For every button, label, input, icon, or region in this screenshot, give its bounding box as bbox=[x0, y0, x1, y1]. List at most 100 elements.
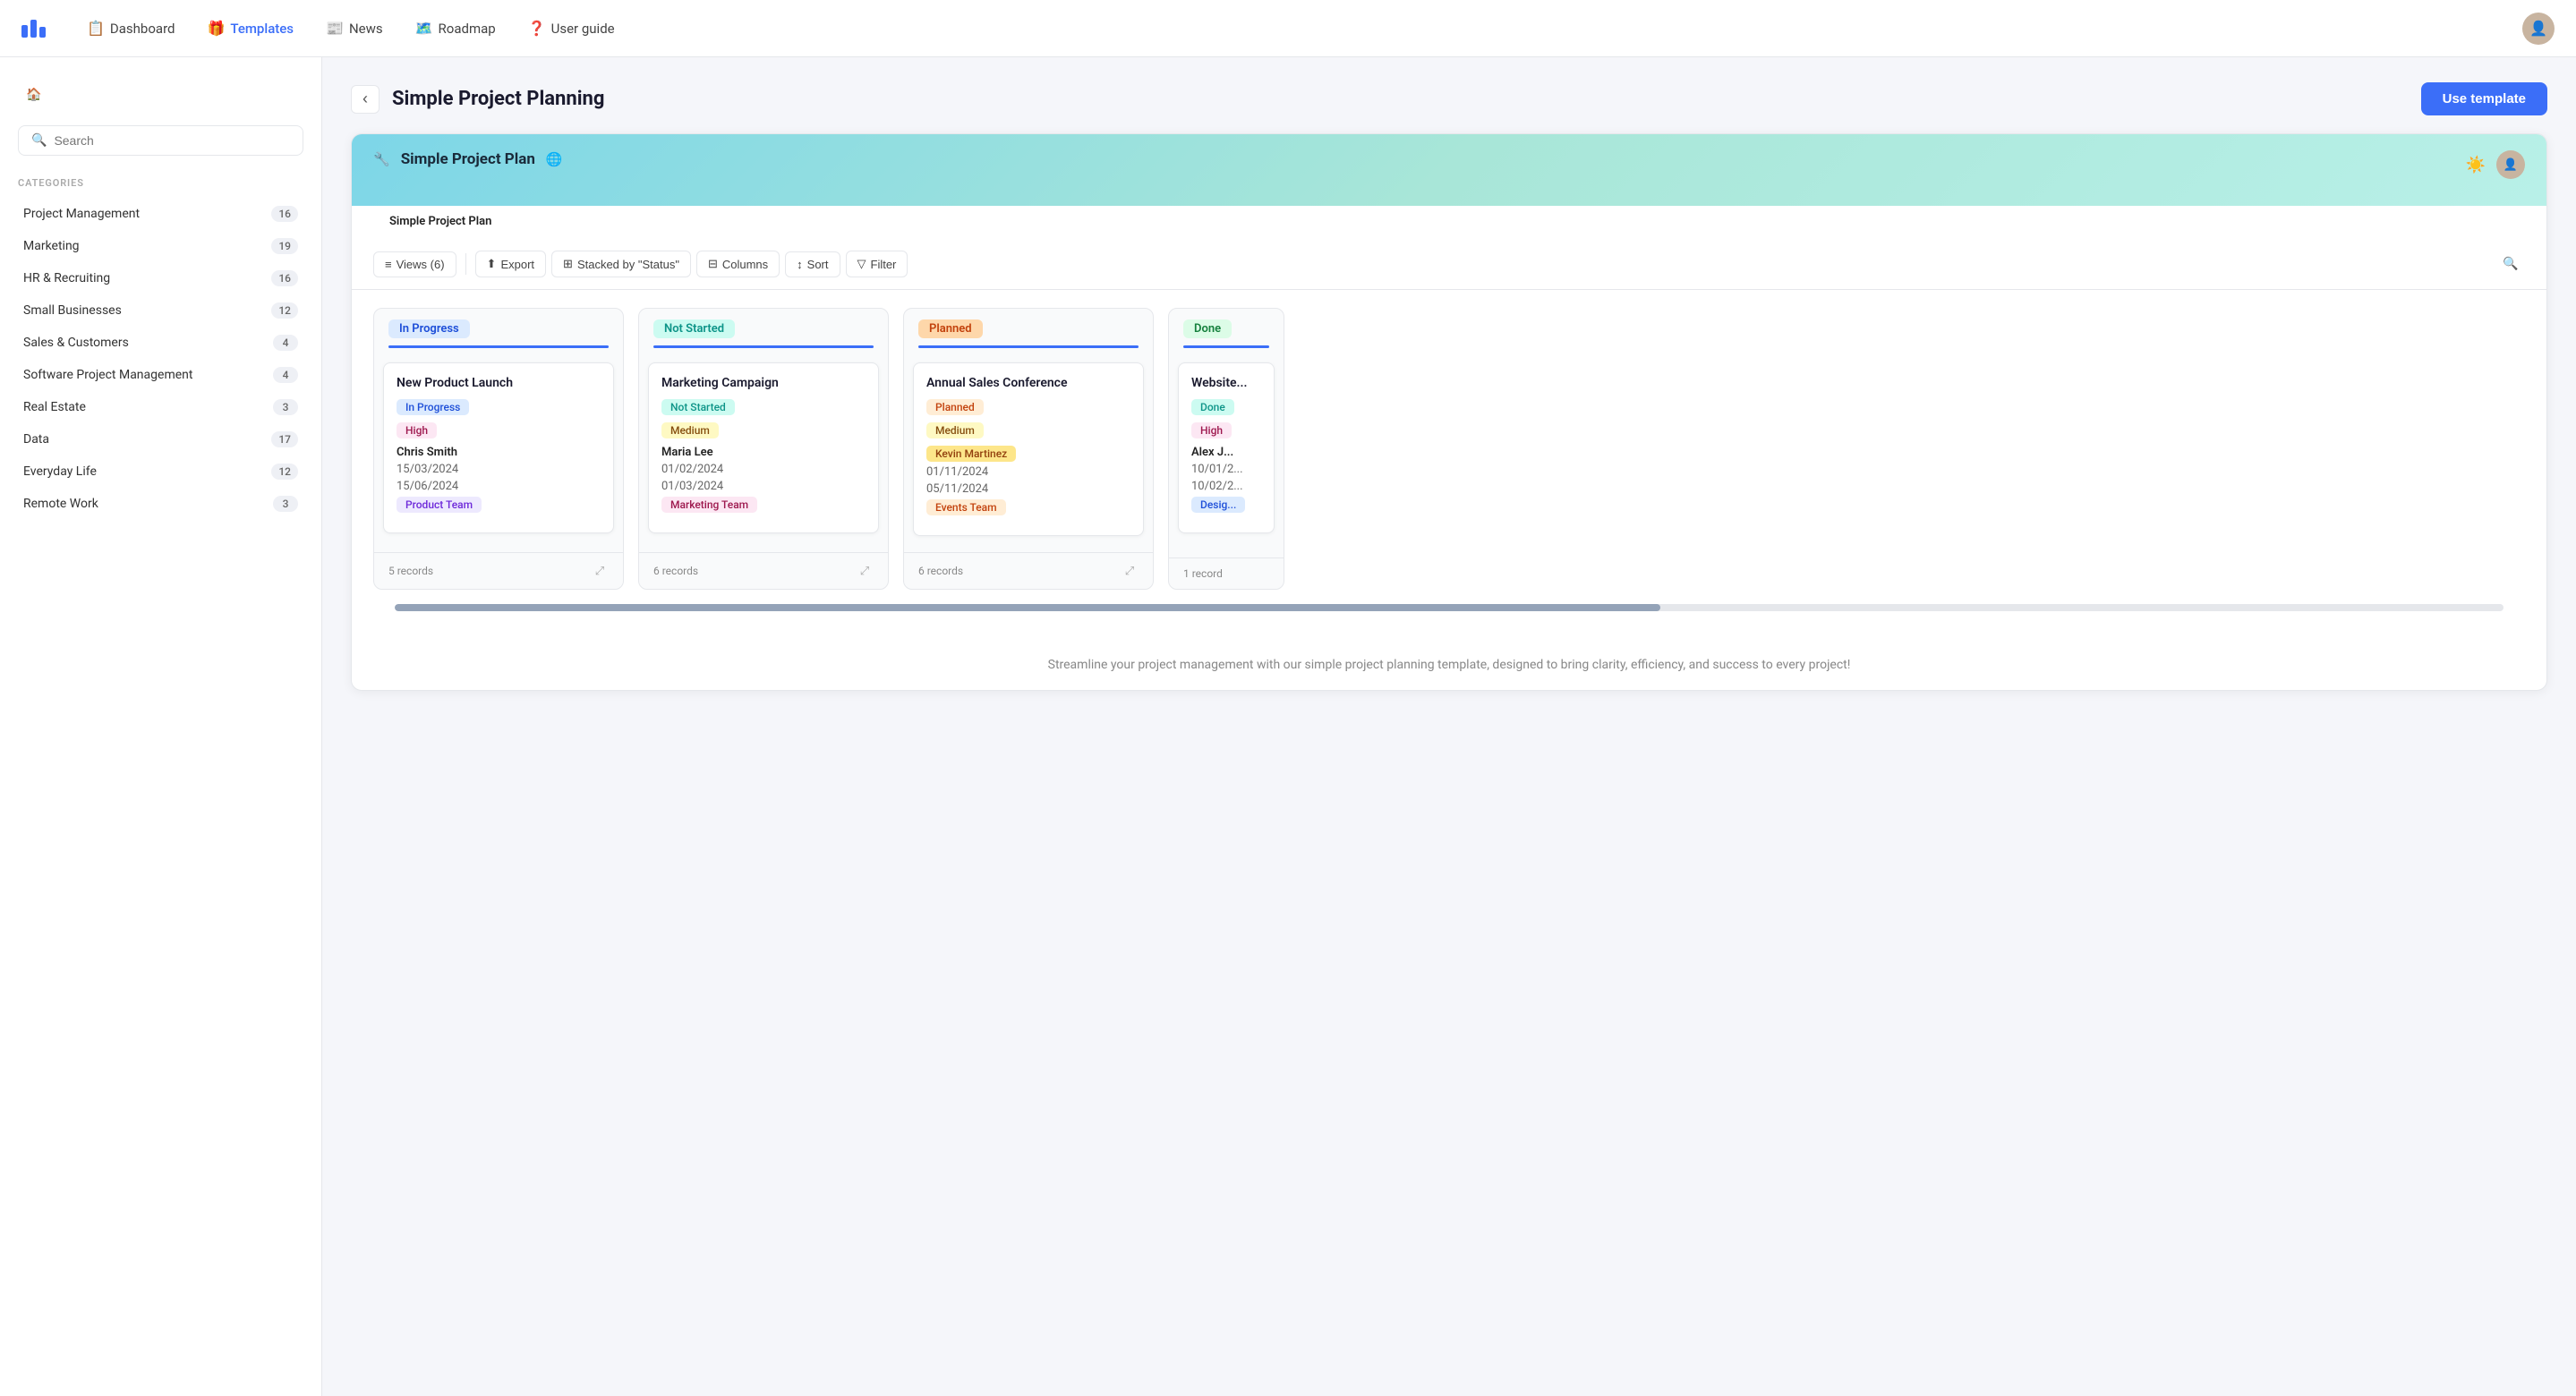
filter-button[interactable]: ▽ Filter bbox=[846, 251, 908, 277]
column-cards: Annual Sales Conference Planned Medium K… bbox=[904, 355, 1153, 552]
category-name: Remote Work bbox=[23, 497, 98, 511]
horizontal-scrollbar[interactable] bbox=[395, 604, 2503, 611]
kanban-column-planned: Planned Annual Sales Conference Planned … bbox=[903, 308, 1154, 590]
toolbar-divider bbox=[465, 253, 466, 275]
stacked-label: Stacked by "Status" bbox=[577, 258, 679, 271]
tab-simple-project-plan[interactable]: Simple Project Plan bbox=[373, 206, 508, 239]
column-divider bbox=[1183, 345, 1269, 348]
column-header-not-started: Not Started bbox=[639, 309, 888, 345]
column-footer: 1 record bbox=[1169, 558, 1284, 589]
expand-button[interactable]: ⤢ bbox=[856, 562, 874, 580]
kanban-column-in-progress: In Progress New Product Launch In Progre… bbox=[373, 308, 624, 590]
card-start-date: 15/03/2024 bbox=[397, 463, 601, 476]
nav-item-news[interactable]: 📰 News bbox=[313, 13, 396, 44]
sort-button[interactable]: ↕ Sort bbox=[785, 251, 840, 277]
expand-button[interactable]: ⤢ bbox=[591, 562, 609, 580]
column-tag: Planned bbox=[918, 319, 983, 338]
column-cards: Marketing Campaign Not Started Medium Ma… bbox=[639, 355, 888, 552]
category-count: 4 bbox=[273, 335, 298, 351]
search-input[interactable] bbox=[54, 133, 290, 148]
category-name: Sales & Customers bbox=[23, 336, 129, 350]
home-icon: 🏠 bbox=[26, 88, 41, 102]
stacked-icon: ⊞ bbox=[563, 257, 573, 271]
category-name: Everyday Life bbox=[23, 464, 97, 479]
columns-label: Columns bbox=[722, 258, 768, 271]
nav-item-templates[interactable]: 🎁 Templates bbox=[194, 13, 306, 44]
kanban-card[interactable]: New Product Launch In Progress High Chri… bbox=[383, 362, 614, 533]
logo-icon bbox=[21, 20, 46, 38]
status-badge: Done bbox=[1191, 399, 1234, 415]
card-badges: In Progress bbox=[397, 399, 601, 415]
priority-badge: Medium bbox=[661, 422, 719, 438]
kanban-card[interactable]: Annual Sales Conference Planned Medium K… bbox=[913, 362, 1144, 536]
column-footer: 6 records ⤢ bbox=[639, 552, 888, 589]
back-button[interactable]: ‹ bbox=[351, 85, 380, 114]
columns-icon: ⊟ bbox=[708, 257, 718, 271]
sun-icon[interactable]: ☀️ bbox=[2466, 156, 2486, 174]
nav-item-user-guide[interactable]: ❓ User guide bbox=[516, 13, 627, 44]
assignee-badge: Kevin Martinez bbox=[926, 446, 1016, 462]
category-item[interactable]: Software Project Management 4 bbox=[18, 359, 303, 391]
preview-card: 🔧 Simple Project Plan 🌐 ☀️ 👤 Simple Proj… bbox=[351, 133, 2547, 691]
category-item[interactable]: Remote Work 3 bbox=[18, 488, 303, 520]
card-title: Annual Sales Conference bbox=[926, 376, 1130, 390]
category-item[interactable]: Sales & Customers 4 bbox=[18, 327, 303, 359]
category-item[interactable]: Small Businesses 12 bbox=[18, 294, 303, 327]
logo[interactable] bbox=[21, 20, 46, 38]
column-cards: Website... Done High Alex J... 10/01/2..… bbox=[1169, 355, 1284, 558]
search-button[interactable]: 🔍 bbox=[2496, 250, 2525, 278]
preview-description: Streamline your project management with … bbox=[352, 640, 2546, 690]
views-button[interactable]: ≡ Views (6) bbox=[373, 251, 456, 277]
team-badge: Marketing Team bbox=[661, 497, 757, 513]
column-tag: Done bbox=[1183, 319, 1232, 338]
dashboard-icon: 📋 bbox=[87, 20, 105, 37]
kanban-area: In Progress New Product Launch In Progre… bbox=[352, 290, 2546, 640]
views-label: Views (6) bbox=[397, 258, 445, 271]
category-name: Data bbox=[23, 432, 49, 447]
status-badge: Not Started bbox=[661, 399, 735, 415]
preview-tabs: Simple Project Plan bbox=[352, 206, 2546, 239]
nav-item-roadmap[interactable]: 🗺️ Roadmap bbox=[403, 13, 508, 44]
card-team: Product Team bbox=[397, 497, 601, 513]
category-item[interactable]: Marketing 19 bbox=[18, 230, 303, 262]
column-tag: Not Started bbox=[653, 319, 735, 338]
kanban-card[interactable]: Website... Done High Alex J... 10/01/2..… bbox=[1178, 362, 1275, 533]
avatar[interactable]: 👤 bbox=[2522, 13, 2555, 45]
search-box[interactable]: 🔍 bbox=[18, 125, 303, 156]
export-label: Export bbox=[500, 258, 534, 271]
category-name: Software Project Management bbox=[23, 368, 192, 382]
columns-button[interactable]: ⊟ Columns bbox=[696, 251, 780, 277]
kanban-columns: In Progress New Product Launch In Progre… bbox=[373, 308, 2525, 590]
expand-button[interactable]: ⤢ bbox=[1121, 562, 1139, 580]
export-icon: ⬆ bbox=[487, 257, 497, 271]
roadmap-icon: 🗺️ bbox=[415, 20, 433, 37]
category-name: Small Businesses bbox=[23, 303, 122, 318]
stacked-button[interactable]: ⊞ Stacked by "Status" bbox=[551, 251, 691, 277]
main-header: ‹ Simple Project Planning Use template bbox=[351, 82, 2547, 115]
category-count: 3 bbox=[273, 496, 298, 512]
kanban-card[interactable]: Marketing Campaign Not Started Medium Ma… bbox=[648, 362, 879, 533]
category-item[interactable]: Data 17 bbox=[18, 423, 303, 455]
card-end-date: 05/11/2024 bbox=[926, 482, 1130, 496]
card-title: Website... bbox=[1191, 376, 1261, 390]
category-count: 19 bbox=[271, 238, 298, 254]
card-badges: Not Started bbox=[661, 399, 866, 415]
category-item[interactable]: Everyday Life 12 bbox=[18, 455, 303, 488]
nav-item-templates-label: Templates bbox=[230, 21, 294, 37]
nav-item-dashboard[interactable]: 📋 Dashboard bbox=[74, 13, 187, 44]
team-badge: Product Team bbox=[397, 497, 482, 513]
card-start-date: 10/01/2... bbox=[1191, 463, 1261, 476]
category-item[interactable]: HR & Recruiting 16 bbox=[18, 262, 303, 294]
category-item[interactable]: Project Management 16 bbox=[18, 198, 303, 230]
scrollbar-thumb bbox=[395, 604, 1660, 611]
filter-label: Filter bbox=[871, 258, 897, 271]
column-cards: New Product Launch In Progress High Chri… bbox=[374, 355, 623, 552]
top-navigation: 📋 Dashboard 🎁 Templates 📰 News 🗺️ Roadma… bbox=[0, 0, 2576, 57]
use-template-button[interactable]: Use template bbox=[2421, 82, 2547, 115]
export-button[interactable]: ⬆ Export bbox=[475, 251, 546, 277]
card-priority: High bbox=[397, 422, 601, 438]
card-assignee: Kevin Martinez bbox=[926, 446, 1130, 462]
home-button[interactable]: 🏠 bbox=[18, 79, 50, 111]
category-count: 12 bbox=[271, 464, 298, 480]
category-item[interactable]: Real Estate 3 bbox=[18, 391, 303, 423]
